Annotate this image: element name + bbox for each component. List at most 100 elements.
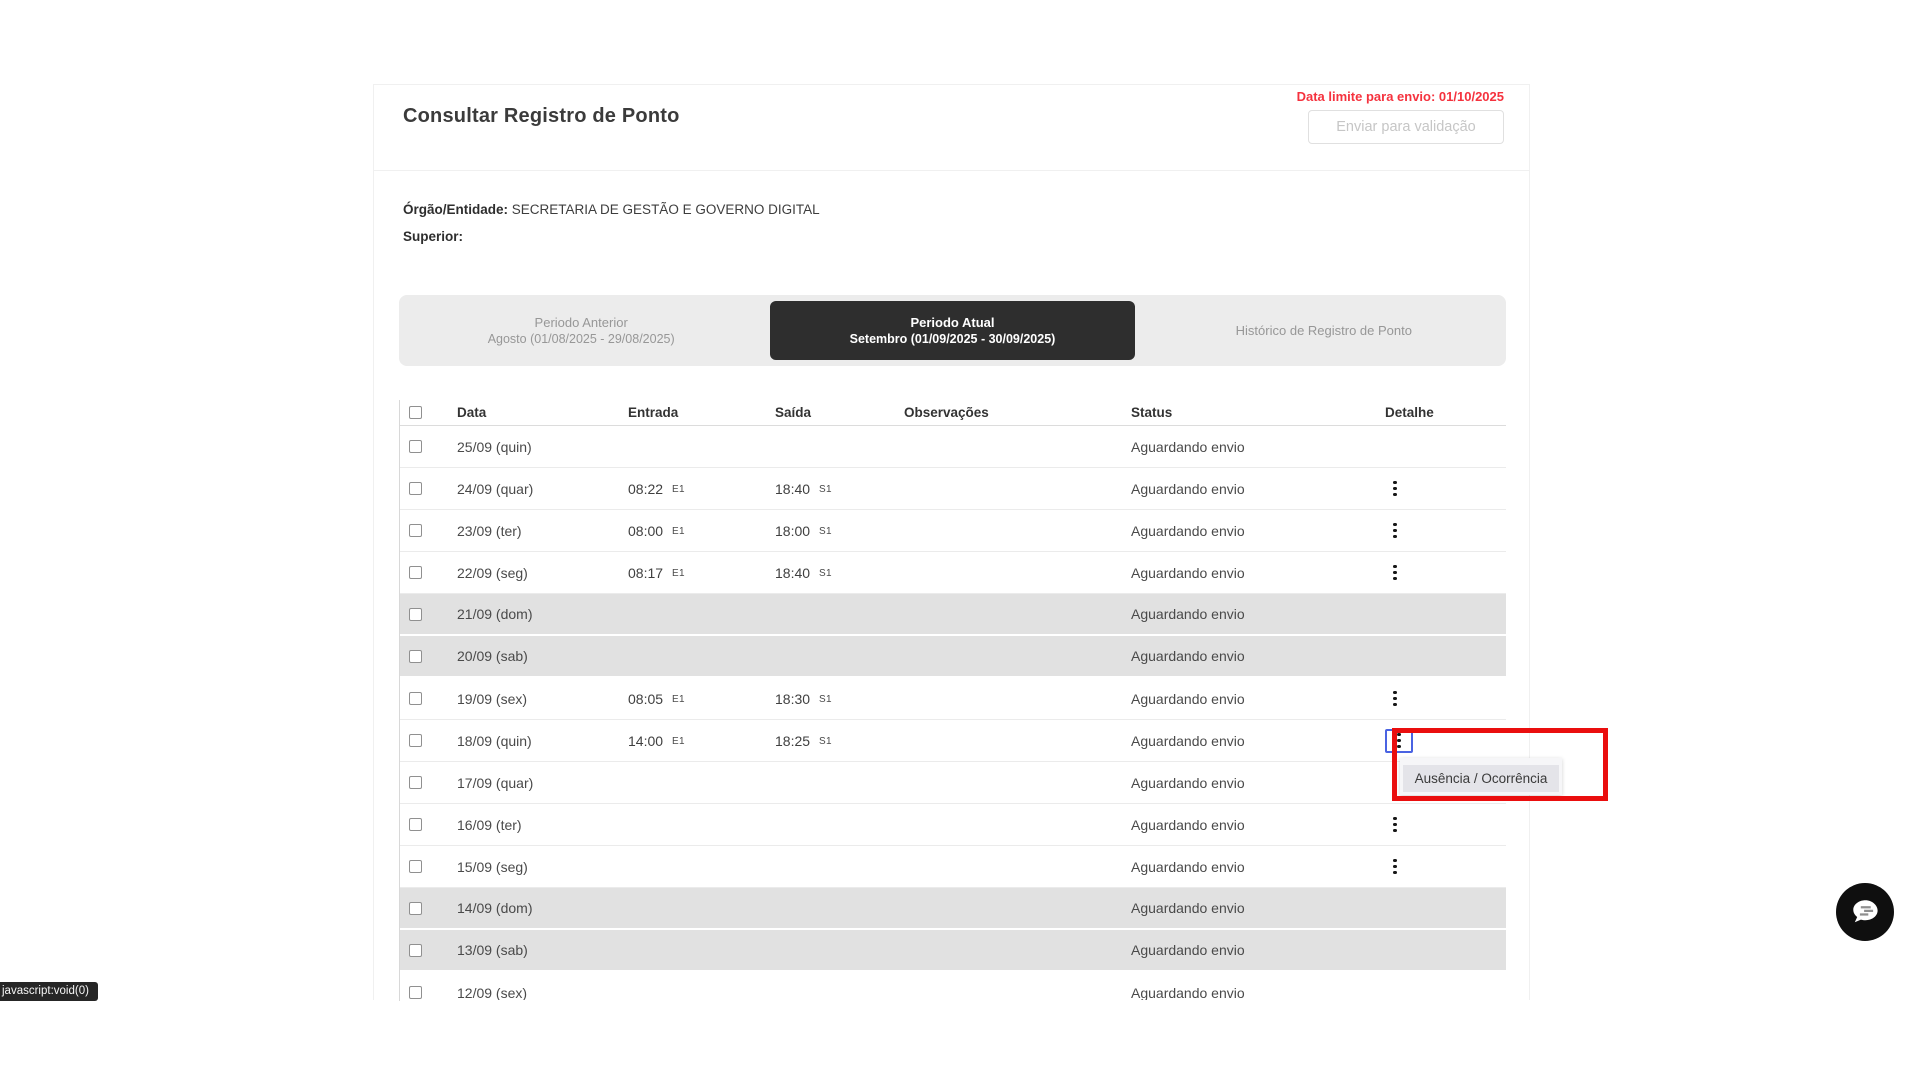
row-saida: 18:25S1: [775, 733, 904, 749]
row-entrada: 14:00E1: [628, 733, 775, 749]
table-row: 23/09 (ter) 08:00E1 18:00S1 Aguardando e…: [400, 510, 1506, 552]
row-checkbox[interactable]: [409, 902, 422, 915]
row-menu-kebab-icon[interactable]: [1385, 688, 1405, 710]
row-saida: 18:30S1: [775, 691, 904, 707]
table-row: 25/09 (quin) Aguardando envio: [400, 426, 1506, 468]
period-tabbar: Periodo Anterior Agosto (01/08/2025 - 29…: [399, 295, 1506, 366]
row-menu-kebab-icon[interactable]: [1385, 478, 1405, 500]
ponto-table: Data Entrada Saída Observações Status De…: [399, 400, 1506, 1001]
row-status: Aguardando envio: [1131, 942, 1381, 958]
table-header-row: Data Entrada Saída Observações Status De…: [400, 400, 1506, 426]
row-entrada: [628, 782, 775, 784]
row-detalhe: [1381, 562, 1506, 584]
table-row: 24/09 (quar) 08:22E1 18:40S1 Aguardando …: [400, 468, 1506, 510]
row-menu-kebab-icon[interactable]: [1385, 814, 1405, 836]
row-menu-kebab-icon[interactable]: [1385, 520, 1405, 542]
tab-sublabel: Agosto (01/08/2025 - 29/08/2025): [488, 331, 675, 348]
row-date: 22/09 (seg): [440, 565, 628, 581]
row-status: Aguardando envio: [1131, 565, 1381, 581]
row-status: Aguardando envio: [1131, 439, 1381, 455]
row-checkbox[interactable]: [409, 944, 422, 957]
row-checkbox[interactable]: [409, 776, 422, 789]
row-status: Aguardando envio: [1131, 775, 1381, 791]
select-all-checkbox[interactable]: [409, 406, 422, 419]
row-checkbox[interactable]: [409, 524, 422, 537]
tab-label: Histórico de Registro de Ponto: [1236, 322, 1412, 339]
tab-history[interactable]: Histórico de Registro de Ponto: [1142, 295, 1506, 366]
row-checkbox[interactable]: [409, 692, 422, 705]
registro-ponto-card: Consultar Registro de Ponto Data limite …: [373, 84, 1530, 1000]
row-status: Aguardando envio: [1131, 691, 1381, 707]
saida-tag: S1: [819, 524, 832, 537]
row-date: 16/09 (ter): [440, 817, 628, 833]
table-row: 13/09 (sab) Aguardando envio: [400, 930, 1506, 972]
row-saida: 18:40S1: [775, 481, 904, 497]
table-row: 16/09 (ter) Aguardando envio: [400, 804, 1506, 846]
dropdown-item-ausencia-ocorrencia[interactable]: Ausência / Ocorrência: [1403, 765, 1559, 792]
row-saida: 18:00S1: [775, 523, 904, 539]
table-row: 19/09 (sex) 08:05E1 18:30S1 Aguardando e…: [400, 678, 1506, 720]
superior-label: Superior:: [403, 229, 463, 244]
row-entrada: [628, 992, 775, 994]
page-title: Consultar Registro de Ponto: [403, 105, 680, 128]
row-saida: [775, 782, 904, 784]
detail-dropdown-menu: Ausência / Ocorrência: [1400, 758, 1562, 795]
row-saida: [775, 866, 904, 868]
column-header-saida: Saída: [775, 405, 904, 420]
column-header-detalhe: Detalhe: [1381, 405, 1506, 420]
tab-current-period[interactable]: Periodo Atual Setembro (01/09/2025 - 30/…: [770, 301, 1134, 360]
row-date: 25/09 (quin): [440, 439, 628, 455]
row-date: 15/09 (seg): [440, 859, 628, 875]
row-status: Aguardando envio: [1131, 523, 1381, 539]
row-menu-kebab-icon[interactable]: [1385, 856, 1405, 878]
column-header-entrada: Entrada: [628, 405, 775, 420]
row-checkbox[interactable]: [409, 566, 422, 579]
row-status: Aguardando envio: [1131, 648, 1381, 664]
row-checkbox[interactable]: [409, 440, 422, 453]
org-info-block: Órgão/Entidade: SECRETARIA DE GESTÃO E G…: [403, 196, 820, 250]
row-detalhe: [1381, 729, 1506, 753]
row-checkbox[interactable]: [409, 608, 422, 621]
table-row: 17/09 (quar) Aguardando envio: [400, 762, 1506, 804]
table-row: 12/09 (sex) Aguardando envio: [400, 972, 1506, 1000]
row-date: 12/09 (sex): [440, 985, 628, 1001]
row-date: 24/09 (quar): [440, 481, 628, 497]
row-checkbox[interactable]: [409, 986, 422, 999]
row-checkbox[interactable]: [409, 650, 422, 663]
org-value: SECRETARIA DE GESTÃO E GOVERNO DIGITAL: [512, 202, 820, 217]
row-entrada: [628, 949, 775, 951]
row-checkbox[interactable]: [409, 734, 422, 747]
chat-widget-button[interactable]: [1836, 883, 1894, 941]
row-status: Aguardando envio: [1131, 859, 1381, 875]
row-detalhe: [1381, 520, 1506, 542]
table-row: 21/09 (dom) Aguardando envio: [400, 594, 1506, 636]
row-entrada: 08:17E1: [628, 565, 775, 581]
deadline-text: Data limite para envio: 01/10/2025: [1297, 89, 1504, 104]
row-status: Aguardando envio: [1131, 481, 1381, 497]
statusbar-link-tooltip: javascript:void(0): [0, 982, 98, 1001]
row-entrada: 08:22E1: [628, 481, 775, 497]
tab-previous-period[interactable]: Periodo Anterior Agosto (01/08/2025 - 29…: [399, 295, 763, 366]
row-entrada: [628, 655, 775, 657]
superior-line: Superior:: [403, 223, 820, 250]
submit-validation-button[interactable]: Enviar para validação: [1308, 110, 1504, 144]
row-entrada: 08:05E1: [628, 691, 775, 707]
row-date: 13/09 (sab): [440, 942, 628, 958]
tab-sublabel: Setembro (01/09/2025 - 30/09/2025): [850, 331, 1056, 348]
entrada-tag: E1: [672, 482, 685, 495]
column-header-observacoes: Observações: [904, 405, 1131, 420]
org-line: Órgão/Entidade: SECRETARIA DE GESTÃO E G…: [403, 196, 820, 223]
saida-tag: S1: [819, 482, 832, 495]
row-menu-kebab-icon[interactable]: [1385, 562, 1405, 584]
row-checkbox[interactable]: [409, 860, 422, 873]
saida-tag: S1: [819, 692, 832, 705]
table-row: 18/09 (quin) 14:00E1 18:25S1 Aguardando …: [400, 720, 1506, 762]
row-entrada: [628, 866, 775, 868]
row-checkbox[interactable]: [409, 482, 422, 495]
row-menu-kebab-icon[interactable]: [1385, 729, 1413, 753]
row-status: Aguardando envio: [1131, 817, 1381, 833]
column-header-data: Data: [440, 405, 628, 420]
row-entrada: [628, 824, 775, 826]
row-checkbox[interactable]: [409, 818, 422, 831]
tab-label: Periodo Anterior: [535, 314, 628, 331]
